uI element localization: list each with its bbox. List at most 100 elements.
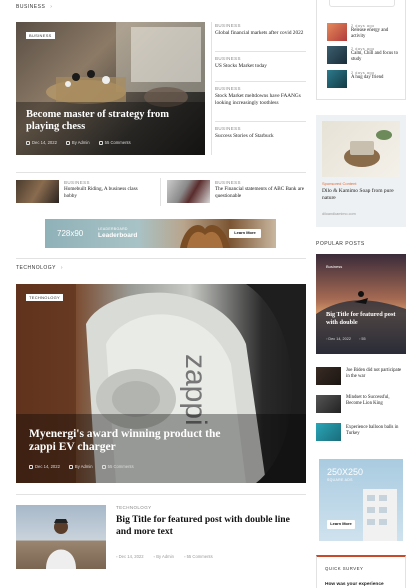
chevron-right-icon: › [50, 4, 53, 10]
featured-post[interactable]: TECHNOLOGY Big Title for featured post w… [116, 505, 306, 559]
technology-hero-card[interactable]: zappi TECHNOLOGY Myenergi's award winnin… [16, 284, 306, 483]
technology-hero-author[interactable]: By Admin [75, 464, 93, 469]
featured-post-date: Dec 14, 2022 [118, 553, 144, 559]
mini-post[interactable]: BUSINESS The Financial statements of ABC… [215, 180, 307, 200]
leaderboard-sub: LEADERBOARD [98, 227, 128, 231]
popular-hero-comments[interactable]: 55 [361, 337, 365, 341]
list-item-thumb[interactable] [316, 395, 341, 413]
business-hero-date: Dec 14, 2022 [32, 140, 57, 145]
popular-list: Joe Biden did not participate in the war… [316, 367, 406, 445]
square-ad-learn-more-button[interactable]: Learn More [327, 520, 355, 529]
list-item-category[interactable]: BUSINESS [215, 126, 306, 131]
soap-product-image[interactable] [322, 121, 400, 177]
quick-survey-title: QUICK SURVEY [325, 566, 364, 571]
sponsored-label: Sponsored Content [322, 181, 357, 186]
list-item[interactable]: 2 days ago Release energy and activity [327, 23, 405, 43]
divider [16, 258, 306, 259]
popular-hero-category[interactable]: Business [326, 264, 342, 269]
list-item[interactable]: Joe Biden did not participate in the war [316, 367, 406, 393]
business-section-title[interactable]: BUSINESS › [16, 4, 52, 10]
list-item-category[interactable]: BUSINESS [215, 86, 306, 91]
list-item[interactable]: BUSINESS Global financial markets after … [215, 22, 306, 52]
mini-post-thumb[interactable] [167, 180, 210, 203]
featured-post-meta: ▫ Dec 14, 2022 ▫ By Admin ▫ 55 Comments [116, 554, 306, 559]
list-item[interactable]: Experience balloon balls in Turkey [316, 419, 406, 445]
list-item-title[interactable]: A hug day friend [351, 75, 401, 81]
business-hero-meta: Dec 14, 2022 By Admin 55 Comments [26, 140, 131, 145]
popular-hero-title[interactable]: Big Title for featured post with double [326, 311, 398, 327]
technology-hero-comments[interactable]: 55 Comments [108, 464, 134, 469]
mini-post-category[interactable]: BUSINESS [215, 180, 307, 185]
popular-posts-title: POPULAR POSTS [316, 241, 365, 247]
technology-hero-badge[interactable]: TECHNOLOGY [26, 294, 64, 301]
mini-post-title[interactable]: The Financial statements of ABC Bank are… [215, 186, 307, 200]
list-item-title[interactable]: Stock Market meltdowns have FAANGs looki… [215, 93, 306, 107]
list-item-title[interactable]: Success Stories of Starbuck [215, 133, 306, 140]
list-item-title[interactable]: Calm, Chill and focus to study [351, 51, 401, 63]
list-item-title[interactable]: Release energy and activity [351, 28, 401, 40]
list-item-thumb[interactable] [327, 70, 347, 88]
list-item-category[interactable]: BUSINESS [215, 56, 306, 61]
business-hero-badge[interactable]: BUSINESS [26, 32, 55, 39]
wood-object-image [180, 225, 230, 248]
chess-hero-image [16, 22, 205, 155]
list-item-thumb[interactable] [327, 46, 347, 64]
list-item-thumb[interactable] [327, 23, 347, 41]
calendar-icon [29, 464, 33, 469]
divider [16, 494, 306, 495]
list-item-category[interactable]: BUSINESS [215, 23, 306, 28]
sponsored-site[interactable]: diloandkamimo.com [322, 212, 356, 216]
featured-post-thumb[interactable] [16, 505, 106, 569]
user-icon [65, 140, 70, 145]
business-hero-card[interactable]: BUSINESS Become master of strategy from … [16, 22, 205, 155]
featured-post-category[interactable]: TECHNOLOGY [116, 505, 306, 510]
list-item-thumb[interactable] [316, 423, 341, 441]
list-item-title[interactable]: Joe Biden did not participate in the war [346, 368, 406, 380]
technology-hero-meta: Dec 14, 2022 By Admin 55 Comments [29, 464, 134, 469]
list-item[interactable]: Mindset to Successful, Become Lion King [316, 393, 406, 419]
business-hero-author[interactable]: By Admin [72, 140, 90, 145]
sponsored-title[interactable]: Dilo & Kamimo Soap from pure nature [322, 188, 402, 202]
list-item[interactable]: BUSINESS US Stocks Market today [215, 52, 306, 82]
comment-icon [98, 140, 103, 145]
calendar-icon [26, 140, 30, 145]
leaderboard-size: 728x90 [57, 229, 84, 238]
business-hero-comments[interactable]: 55 Comments [105, 140, 131, 145]
leaderboard-ad[interactable]: 728x90 LEADERBOARD Leaderboard Learn Mor… [45, 219, 276, 248]
popular-hero-date: Dec 14, 2022 [328, 337, 351, 341]
popular-hero-card[interactable]: Business Big Title for featured post wit… [316, 254, 406, 354]
business-section-label: BUSINESS [16, 4, 46, 10]
mini-post[interactable]: BUSINESS Homebuilt Riding, A business cl… [64, 180, 149, 200]
square-ad[interactable]: 250X250 SQUARE ADS Learn More [319, 459, 403, 541]
list-item[interactable]: BUSINESS Stock Market meltdowns have FAA… [215, 82, 306, 122]
sidebar-top-header [329, 0, 395, 7]
list-item[interactable]: BUSINESS Success Stories of Starbuck [215, 122, 306, 152]
list-item-title[interactable]: US Stocks Market today [215, 63, 306, 70]
chevron-right-icon: › [60, 265, 63, 271]
leaderboard-learn-more-button[interactable]: Learn More [229, 229, 261, 238]
survey-question: How was your experience [325, 582, 384, 587]
technology-section-title[interactable]: TECHNOLOGY › [16, 265, 63, 271]
featured-post-author[interactable]: By Admin [156, 554, 174, 559]
list-item[interactable]: 2 days ago A hug day friend [327, 70, 405, 90]
quick-survey-widget: QUICK SURVEY How was your experience [316, 555, 406, 588]
person-image [46, 519, 76, 569]
sponsored-widget[interactable]: Sponsored Content Dilo & Kamimo Soap fro… [316, 115, 406, 227]
featured-post-comments[interactable]: 55 Comments [187, 554, 213, 559]
featured-post-title[interactable]: Big Title for featured post with double … [116, 514, 306, 538]
technology-hero-title[interactable]: Myenergi's award winning product the zap… [29, 428, 239, 454]
list-item-title[interactable]: Global financial markets after covid 202… [215, 30, 306, 37]
mini-post-thumb[interactable] [16, 180, 59, 203]
list-item-title[interactable]: Experience balloon balls in Turkey [346, 425, 406, 437]
list-item-title[interactable]: Mindset to Successful, Become Lion King [346, 395, 406, 407]
divider [160, 178, 161, 206]
mini-post-title[interactable]: Homebuilt Riding, A business class hobby [64, 186, 149, 200]
list-item[interactable]: 2 days ago Calm, Chill and focus to stud… [327, 46, 405, 66]
soap-illustration [344, 130, 392, 167]
mini-post-category[interactable]: BUSINESS [64, 180, 149, 185]
technology-section-label: TECHNOLOGY [16, 265, 56, 271]
business-hero-title[interactable]: Become master of strategy from playing c… [26, 109, 196, 133]
list-item-thumb[interactable] [316, 367, 341, 385]
divider [16, 172, 306, 173]
sidebar-top-widget: 2 days ago Release energy and activity 2… [316, 0, 406, 100]
